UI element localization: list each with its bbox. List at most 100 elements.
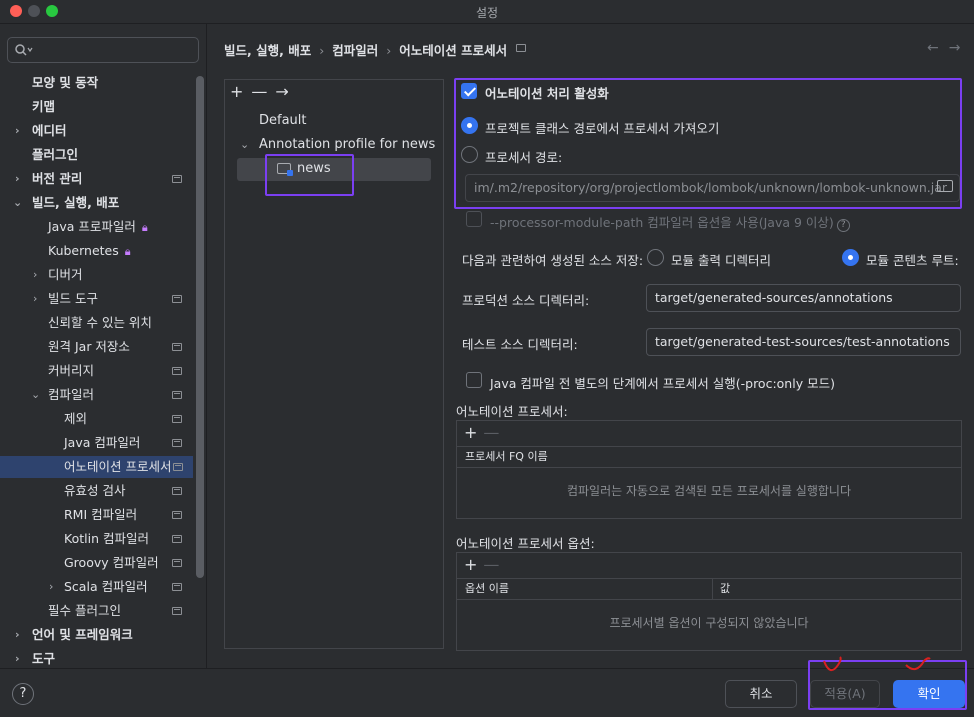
sidebar-item-tools[interactable]: › 도구 — [0, 648, 192, 670]
remove-icon[interactable]: — — [251, 82, 275, 101]
sidebar-item-validation[interactable]: 유효성 검사 — [0, 480, 192, 502]
sidebar-item-label: 에디터 — [32, 123, 67, 138]
project-settings-icon — [172, 607, 182, 615]
sidebar-item-label: Groovy 컴파일러 — [64, 555, 159, 570]
annotation-highlight — [265, 154, 354, 196]
profile-group[interactable]: Annotation profile for news — [259, 137, 435, 152]
sidebar-item-excludes[interactable]: 제외 — [0, 408, 192, 430]
project-settings-icon — [172, 487, 182, 495]
sidebar-item-appearance[interactable]: 모양 및 동작 — [0, 72, 192, 94]
search-input[interactable] — [7, 37, 199, 63]
sidebar-item-java-profiler[interactable]: Java 프로파일러 🔒︎ — [0, 216, 192, 238]
chevron-right-icon[interactable]: › — [15, 648, 20, 670]
sidebar-item-keymap[interactable]: 키맵 — [0, 96, 192, 118]
breadcrumb-current: 어노테이션 프로세서 — [399, 43, 508, 58]
sidebar-item-label: 어노테이션 프로세서 — [64, 459, 172, 474]
chevron-down-icon[interactable]: ⌄ — [13, 192, 22, 214]
module-content-root-radio[interactable] — [842, 249, 859, 266]
sidebar-item-label: 키맵 — [32, 99, 56, 114]
chevron-right-icon[interactable]: › — [33, 264, 37, 286]
chevron-right-icon[interactable]: › — [15, 624, 20, 646]
sidebar-item-kotlin-compiler[interactable]: Kotlin 컴파일러 — [0, 528, 192, 550]
module-output-radio[interactable] — [647, 249, 664, 266]
sidebar-item-scala-compiler[interactable]: › Scala 컴파일러 — [0, 576, 192, 598]
breadcrumb-separator: › — [386, 43, 392, 58]
options-table: + — 옵션 이름 값 프로세서별 옵션이 구성되지 않았습니다 — [456, 552, 962, 651]
breadcrumb-item[interactable]: 빌드, 실행, 배포 — [224, 43, 311, 58]
sidebar-item-java-compiler[interactable]: Java 컴파일러 — [0, 432, 192, 454]
production-dir-label: 프로덕션 소스 디렉터리: — [462, 293, 590, 308]
chevron-down-icon[interactable]: ⌄ — [31, 384, 40, 406]
annotation-highlight — [454, 78, 962, 209]
move-arrow-icon[interactable]: → — [275, 82, 296, 101]
lock-icon: 🔒︎ — [141, 221, 148, 234]
module-path-label: --processor-module-path 컴파일러 옵션을 사용(Java… — [490, 212, 850, 232]
sidebar-item-debugger[interactable]: › 디버거 — [0, 264, 192, 286]
help-button[interactable]: ? — [12, 683, 34, 705]
chevron-down-icon[interactable]: ⌄ — [240, 138, 249, 151]
sidebar-item-groovy-compiler[interactable]: Groovy 컴파일러 — [0, 552, 192, 574]
sidebar-item-required-plugins[interactable]: 필수 플러그인 — [0, 600, 192, 622]
remove-icon[interactable]: — — [483, 555, 499, 574]
cancel-button[interactable]: 취소 — [725, 680, 797, 708]
forward-arrow-icon[interactable]: → — [949, 40, 971, 56]
proc-only-checkbox[interactable] — [466, 372, 482, 388]
sidebar-item-label: 제외 — [64, 411, 88, 426]
help-icon[interactable]: ? — [836, 219, 850, 232]
chevron-right-icon[interactable]: › — [15, 120, 20, 142]
sidebar-item-remote-jar[interactable]: 원격 Jar 저장소 — [0, 336, 192, 358]
chevron-right-icon[interactable]: › — [33, 288, 37, 310]
test-dir-value: target/generated-test-sources/test-annot… — [655, 334, 950, 349]
project-settings-icon — [516, 44, 526, 52]
sidebar-item-rmi-compiler[interactable]: RMI 컴파일러 — [0, 504, 192, 526]
profile-default[interactable]: Default — [259, 113, 307, 128]
sidebar-item-label: 원격 Jar 저장소 — [48, 339, 130, 354]
sidebar-item-label: 신뢰할 수 있는 위치 — [48, 315, 152, 330]
project-settings-icon — [172, 415, 182, 423]
breadcrumb-item[interactable]: 컴파일러 — [332, 43, 378, 58]
add-icon[interactable]: + — [464, 555, 477, 574]
module-path-checkbox[interactable] — [466, 211, 482, 227]
breadcrumb: 빌드, 실행, 배포 › 컴파일러 › 어노테이션 프로세서 — [224, 40, 507, 59]
sidebar-item-label: 도구 — [32, 651, 56, 666]
project-settings-icon — [172, 391, 182, 399]
sidebar-item-label: 유효성 검사 — [64, 483, 126, 498]
annotation-scribble — [823, 656, 931, 672]
chevron-right-icon[interactable]: › — [49, 576, 53, 598]
sidebar-item-label: 빌드 도구 — [48, 291, 98, 306]
nav-arrows: ←→ — [927, 40, 970, 56]
processors-header: 프로세서 FQ 이름 — [457, 446, 961, 468]
sidebar-item-annotation-processors[interactable]: 어노테이션 프로세서 — [0, 456, 193, 478]
sidebar-scrollbar[interactable] — [196, 76, 204, 578]
test-dir-field[interactable]: target/generated-test-sources/test-annot… — [646, 328, 961, 356]
add-icon[interactable]: + — [230, 82, 251, 101]
sidebar-item-label: Java 프로파일러 🔒︎ — [48, 216, 148, 239]
sidebar-item-compiler[interactable]: ⌄ 컴파일러 — [0, 384, 192, 406]
sidebar-item-build-tools[interactable]: › 빌드 도구 — [0, 288, 192, 310]
back-arrow-icon[interactable]: ← — [927, 40, 949, 56]
title-bar: 설정 — [0, 0, 974, 24]
sidebar-item-plugins[interactable]: 플러그인 — [0, 144, 192, 166]
chevron-right-icon[interactable]: › — [15, 168, 20, 190]
sidebar-item-label: 커버리지 — [48, 363, 95, 378]
sidebar-item-version-control[interactable]: › 버전 관리 — [0, 168, 192, 190]
sidebar-item-label: Java 컴파일러 — [64, 435, 141, 450]
options-title: 어노테이션 프로세서 옵션: — [456, 536, 595, 551]
options-col-name: 옵션 이름 — [465, 582, 509, 595]
sidebar-item-languages-frameworks[interactable]: › 언어 및 프레임워크 — [0, 624, 192, 646]
sidebar-item-editor[interactable]: › 에디터 — [0, 120, 192, 142]
sidebar-item-label: Kubernetes 🔒︎ — [48, 240, 131, 263]
project-settings-icon — [172, 559, 182, 567]
production-dir-value: target/generated-sources/annotations — [655, 290, 893, 305]
sidebar-item-trusted-locations[interactable]: 신뢰할 수 있는 위치 — [0, 312, 192, 334]
sidebar-item-kubernetes[interactable]: Kubernetes 🔒︎ — [0, 240, 192, 262]
sidebar-item-build-execution-deployment[interactable]: ⌄ 빌드, 실행, 배포 — [0, 192, 192, 214]
sidebar-item-coverage[interactable]: 커버리지 — [0, 360, 192, 382]
module-output-label: 모듈 출력 디렉터리 — [671, 253, 771, 268]
options-empty-text: 프로세서별 옵션이 구성되지 않았습니다 — [609, 616, 809, 630]
add-icon[interactable]: + — [464, 423, 477, 442]
remove-icon[interactable]: — — [483, 423, 499, 442]
production-dir-field[interactable]: target/generated-sources/annotations — [646, 284, 961, 312]
processors-table: + — 프로세서 FQ 이름 컴파일러는 자동으로 검색된 모든 프로세서를 실행… — [456, 420, 962, 519]
sidebar-item-label: Kotlin 컴파일러 — [64, 531, 149, 546]
